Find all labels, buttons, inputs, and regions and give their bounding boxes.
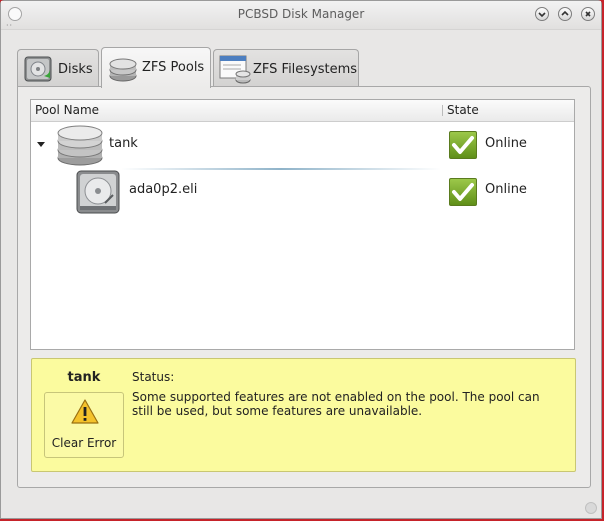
close-icon bbox=[585, 11, 591, 17]
online-check-icon bbox=[449, 178, 477, 206]
tab-zfs-pools[interactable]: ZFS Pools bbox=[101, 47, 211, 88]
clear-error-label: Clear Error bbox=[51, 436, 117, 450]
warning-icon bbox=[71, 399, 99, 424]
disk-manager-window: ·· PCBSD Disk Manager Disks ZFS Pools ZF… bbox=[0, 0, 602, 519]
filesystem-icon bbox=[219, 55, 251, 84]
tree-row-ada0p2-eli[interactable]: ada0p2.eli Online bbox=[31, 170, 574, 216]
pool-tree[interactable]: Pool Name State tank Online ada0p2.eli O… bbox=[30, 99, 575, 350]
status-panel: tank Status: Some supported features are… bbox=[31, 358, 576, 472]
tab-disks[interactable]: Disks bbox=[17, 49, 99, 87]
tab-zfs-filesystems[interactable]: ZFS Filesystems bbox=[213, 49, 359, 87]
tree-row-tank[interactable]: tank Online bbox=[31, 122, 574, 170]
tree-header: Pool Name State bbox=[31, 100, 574, 122]
chevron-up-icon bbox=[561, 10, 569, 16]
harddisk-icon bbox=[76, 170, 120, 214]
tab-zfs-filesystems-label: ZFS Filesystems bbox=[253, 62, 358, 77]
pool-state: Online bbox=[485, 136, 527, 151]
pool-name: tank bbox=[109, 136, 138, 151]
pool-icon bbox=[57, 125, 103, 166]
status-pool-name: tank bbox=[67, 370, 101, 385]
title-bar[interactable]: ·· PCBSD Disk Manager bbox=[1, 1, 601, 30]
close-button[interactable] bbox=[581, 7, 595, 21]
status-heading: Status: bbox=[132, 370, 175, 384]
device-state: Online bbox=[485, 182, 527, 197]
maximize-button[interactable] bbox=[558, 7, 572, 21]
clear-error-button[interactable]: Clear Error bbox=[44, 392, 124, 458]
expand-arrow-icon[interactable] bbox=[37, 140, 45, 148]
size-grip[interactable] bbox=[585, 502, 597, 514]
minimize-button[interactable] bbox=[535, 7, 549, 21]
harddisk-icon bbox=[24, 56, 52, 82]
pool-icon bbox=[109, 58, 137, 82]
chevron-down-icon bbox=[538, 12, 546, 18]
column-header-state[interactable]: State bbox=[447, 103, 479, 117]
column-divider[interactable] bbox=[442, 105, 443, 116]
tab-zfs-pools-label: ZFS Pools bbox=[142, 60, 205, 75]
column-header-pool-name[interactable]: Pool Name bbox=[35, 103, 99, 117]
window-title: PCBSD Disk Manager bbox=[237, 7, 365, 21]
status-message: Some supported features are not enabled … bbox=[132, 390, 540, 418]
online-check-icon bbox=[449, 131, 477, 159]
title-bar-dots: ·· bbox=[6, 21, 14, 30]
tab-disks-label: Disks bbox=[58, 62, 93, 77]
device-name: ada0p2.eli bbox=[129, 182, 198, 197]
